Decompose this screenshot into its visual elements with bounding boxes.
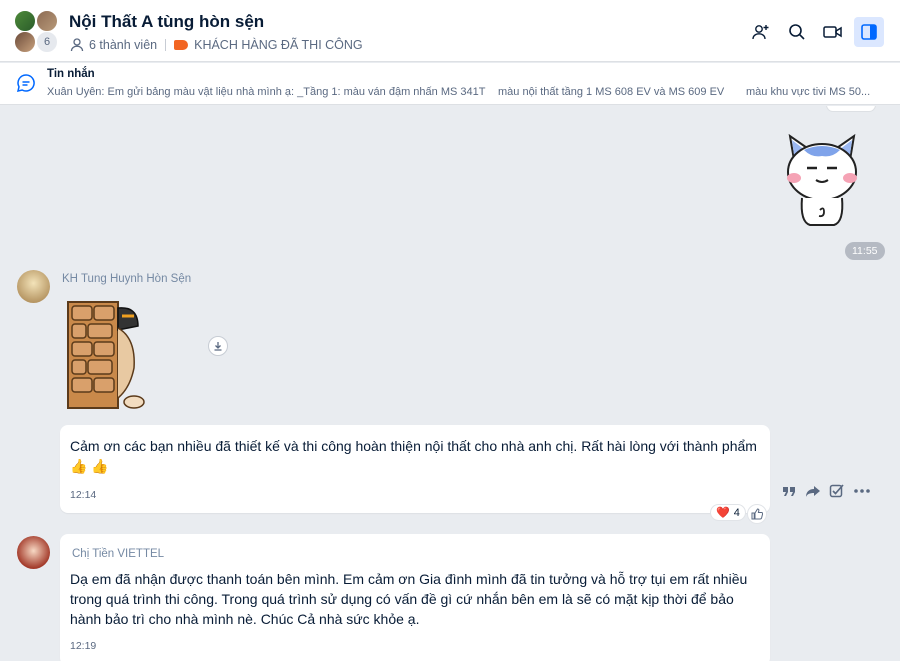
video-call-icon (823, 26, 842, 38)
panel-toggle-button[interactable] (854, 17, 884, 47)
chat-header: 6 Nội Thất A tùng hòn sện 6 thành viên K… (0, 0, 900, 62)
message-bubble[interactable]: Cảm ơn các bạn nhiều đã thiết kế và thi … (60, 425, 770, 513)
member-avatar (14, 31, 36, 53)
wall-peek-sticker[interactable] (60, 298, 150, 413)
sender-name: Chị Tiền VIETTEL (72, 548, 165, 560)
task-icon[interactable] (829, 483, 845, 499)
avatar[interactable] (17, 536, 50, 569)
more-icon[interactable] (853, 488, 871, 494)
add-member-icon (752, 25, 769, 40)
white-cat-sticker[interactable] (780, 130, 864, 230)
chat-bubble-icon (16, 74, 35, 93)
forward-icon[interactable] (805, 484, 821, 498)
group-tag-label[interactable]: KHÁCH HÀNG ĐÃ THI CÔNG (194, 38, 363, 52)
user-icon (70, 38, 84, 52)
message-list[interactable]: 11:55 KH Tung Huynh Hòn Sện Cảm ơn các b… (0, 106, 900, 661)
download-button[interactable] (208, 336, 228, 356)
group-title[interactable]: Nội Thất A tùng hòn sện (69, 12, 264, 32)
message-time: 12:19 (70, 640, 97, 652)
panel-toggle-icon (861, 24, 877, 40)
group-avatar[interactable]: 6 (14, 10, 60, 54)
reaction-count: 4 (733, 506, 740, 519)
message-text: Cảm ơn các bạn nhiều đã thiết kế và thi … (70, 438, 757, 474)
message-text: Dạ em đã nhận được thanh toán bên mình. … (70, 571, 748, 627)
pinned-snippet: Xuân Uyên: Em gửi bảng màu vật liệu nhà … (47, 86, 486, 98)
message-bubble[interactable]: Chị Tiền VIETTEL Dạ em đã nhận được than… (60, 534, 770, 661)
member-avatar (14, 10, 36, 32)
search-icon (789, 24, 805, 40)
add-member-button[interactable] (746, 17, 776, 47)
group-subtitle: 6 thành viên KHÁCH HÀNG ĐÃ THI CÔNG (69, 37, 363, 53)
tag-icon (174, 40, 189, 50)
member-avatar (36, 10, 58, 32)
video-call-button[interactable] (818, 17, 848, 47)
like-button[interactable] (747, 504, 767, 524)
member-count-badge: 6 (36, 31, 58, 53)
divider (165, 39, 167, 51)
avatar[interactable] (17, 270, 50, 303)
download-icon (214, 342, 222, 351)
search-button[interactable] (782, 17, 812, 47)
reaction-summary[interactable]: ❤️ 4 (710, 504, 746, 521)
pinned-snippet: màu nội thất tầng 1 MS 608 EV và MS 609 … (498, 86, 725, 98)
thumbs-up-icon (751, 508, 763, 520)
pinned-snippet: màu khu vực tivi MS 50... (746, 86, 871, 98)
message-actions (781, 483, 871, 499)
sender-name: KH Tung Huynh Hòn Sện (62, 273, 192, 285)
reaction-bar (826, 106, 876, 112)
header-toolbar (746, 17, 884, 47)
message-time: 11:55 (845, 242, 885, 260)
member-count-link[interactable]: 6 thành viên (89, 38, 157, 52)
quote-icon[interactable] (781, 484, 797, 498)
message-time: 12:14 (70, 489, 97, 501)
pinned-title: Tin nhắn (47, 68, 95, 80)
heart-reaction: ❤️ (716, 507, 730, 519)
pinned-message-bar[interactable]: Tin nhắn Xuân Uyên: Em gửi bảng màu vật … (0, 63, 900, 105)
